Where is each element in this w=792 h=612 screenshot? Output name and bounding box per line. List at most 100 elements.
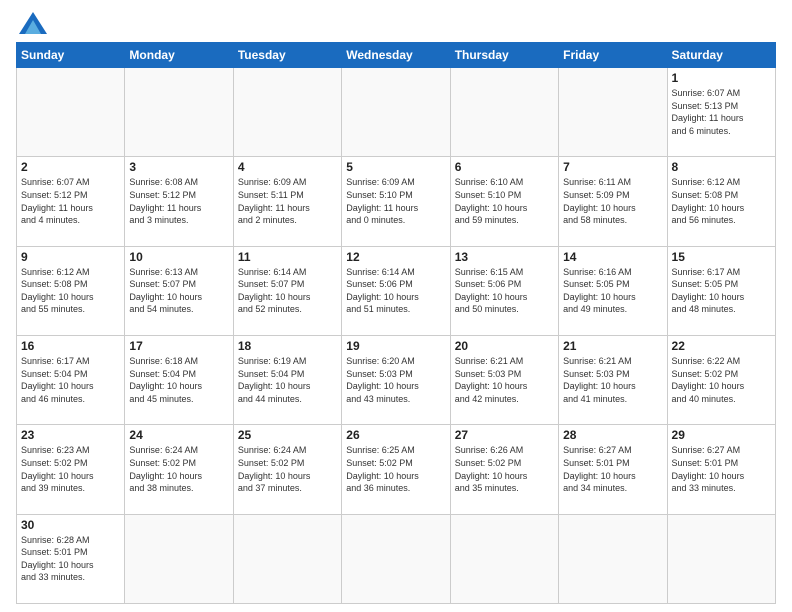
table-row: 23 Sunrise: 6:23 AM Sunset: 5:02 PM Dayli… <box>17 425 125 514</box>
day-number: 10 <box>129 250 228 264</box>
day-info: Sunrise: 6:09 AM Sunset: 5:10 PM Dayligh… <box>346 176 445 226</box>
day-number: 12 <box>346 250 445 264</box>
table-row: 30Sunrise: 6:28 AM Sunset: 5:01 PM Dayli… <box>17 514 125 603</box>
day-number: 14 <box>563 250 662 264</box>
table-row <box>342 514 450 603</box>
day-number: 27 <box>455 428 554 442</box>
table-row: 5Sunrise: 6:09 AM Sunset: 5:10 PM Daylig… <box>342 157 450 246</box>
day-number: 18 <box>238 339 337 353</box>
day-number: 26 <box>346 428 445 442</box>
table-row: 4Sunrise: 6:09 AM Sunset: 5:11 PM Daylig… <box>233 157 341 246</box>
day-number: 22 <box>672 339 771 353</box>
day-number: 1 <box>672 71 771 85</box>
day-info: Sunrise: 6:27 AM Sunset: 5:01 PM Dayligh… <box>672 444 771 494</box>
day-number: 30 <box>21 518 120 532</box>
day-info: Sunrise: 6:13 AM Sunset: 5:07 PM Dayligh… <box>129 266 228 316</box>
table-row <box>559 514 667 603</box>
day-info: Sunrise: 6:19 AM Sunset: 5:04 PM Dayligh… <box>238 355 337 405</box>
table-row <box>559 68 667 157</box>
table-row: 28Sunrise: 6:27 AM Sunset: 5:01 PM Dayli… <box>559 425 667 514</box>
day-info: Sunrise: 6:07 AM Sunset: 5:12 PM Dayligh… <box>21 176 120 226</box>
day-number: 9 <box>21 250 120 264</box>
col-wednesday: Wednesday <box>342 43 450 68</box>
table-row: 19 Sunrise: 6:20 AM Sunset: 5:03 PM Dayli… <box>342 335 450 424</box>
day-info: Sunrise: 6:09 AM Sunset: 5:11 PM Dayligh… <box>238 176 337 226</box>
day-info: Sunrise: 6:17 AM Sunset: 5:04 PM Dayligh… <box>21 355 120 405</box>
day-info: Sunrise: 6:15 AM Sunset: 5:06 PM Dayligh… <box>455 266 554 316</box>
day-number: 24 <box>129 428 228 442</box>
table-row <box>125 68 233 157</box>
day-info: Sunrise: 6:18 AM Sunset: 5:04 PM Dayligh… <box>129 355 228 405</box>
calendar-header-row: Sunday Monday Tuesday Wednesday Thursday… <box>17 43 776 68</box>
col-friday: Friday <box>559 43 667 68</box>
table-row <box>233 68 341 157</box>
table-row: 6 Sunrise: 6:10 AM Sunset: 5:10 PM Daylig… <box>450 157 558 246</box>
table-row: 25 Sunrise: 6:24 AM Sunset: 5:02 PM Dayli… <box>233 425 341 514</box>
table-row <box>125 514 233 603</box>
day-number: 25 <box>238 428 337 442</box>
col-saturday: Saturday <box>667 43 775 68</box>
col-sunday: Sunday <box>17 43 125 68</box>
table-row: 17Sunrise: 6:18 AM Sunset: 5:04 PM Dayli… <box>125 335 233 424</box>
day-info: Sunrise: 6:12 AM Sunset: 5:08 PM Dayligh… <box>672 176 771 226</box>
table-row: 3 Sunrise: 6:08 AM Sunset: 5:12 PM Daylig… <box>125 157 233 246</box>
table-row: 9 Sunrise: 6:12 AM Sunset: 5:08 PM Daylig… <box>17 246 125 335</box>
day-number: 19 <box>346 339 445 353</box>
day-info: Sunrise: 6:27 AM Sunset: 5:01 PM Dayligh… <box>563 444 662 494</box>
table-row: 13 Sunrise: 6:15 AM Sunset: 5:06 PM Dayli… <box>450 246 558 335</box>
table-row <box>17 68 125 157</box>
page: Sunday Monday Tuesday Wednesday Thursday… <box>0 0 792 612</box>
day-number: 16 <box>21 339 120 353</box>
col-monday: Monday <box>125 43 233 68</box>
table-row: 8Sunrise: 6:12 AM Sunset: 5:08 PM Daylig… <box>667 157 775 246</box>
day-info: Sunrise: 6:14 AM Sunset: 5:07 PM Dayligh… <box>238 266 337 316</box>
day-info: Sunrise: 6:20 AM Sunset: 5:03 PM Dayligh… <box>346 355 445 405</box>
day-number: 11 <box>238 250 337 264</box>
day-number: 15 <box>672 250 771 264</box>
day-info: Sunrise: 6:10 AM Sunset: 5:10 PM Dayligh… <box>455 176 554 226</box>
table-row: 14 Sunrise: 6:16 AM Sunset: 5:05 PM Dayli… <box>559 246 667 335</box>
table-row: 24 Sunrise: 6:24 AM Sunset: 5:02 PM Dayli… <box>125 425 233 514</box>
calendar-table: Sunday Monday Tuesday Wednesday Thursday… <box>16 42 776 604</box>
table-row: 7 Sunrise: 6:11 AM Sunset: 5:09 PM Daylig… <box>559 157 667 246</box>
table-row: 18 Sunrise: 6:19 AM Sunset: 5:04 PM Dayli… <box>233 335 341 424</box>
table-row: 29 Sunrise: 6:27 AM Sunset: 5:01 PM Dayli… <box>667 425 775 514</box>
day-number: 23 <box>21 428 120 442</box>
day-info: Sunrise: 6:25 AM Sunset: 5:02 PM Dayligh… <box>346 444 445 494</box>
day-number: 21 <box>563 339 662 353</box>
day-number: 29 <box>672 428 771 442</box>
table-row: 27 Sunrise: 6:26 AM Sunset: 5:02 PM Dayli… <box>450 425 558 514</box>
table-row: 2 Sunrise: 6:07 AM Sunset: 5:12 PM Daylig… <box>17 157 125 246</box>
day-info: Sunrise: 6:24 AM Sunset: 5:02 PM Dayligh… <box>129 444 228 494</box>
day-info: Sunrise: 6:21 AM Sunset: 5:03 PM Dayligh… <box>455 355 554 405</box>
day-info: Sunrise: 6:16 AM Sunset: 5:05 PM Dayligh… <box>563 266 662 316</box>
logo <box>16 12 47 34</box>
table-row <box>667 514 775 603</box>
logo-blue-row <box>16 12 47 34</box>
day-number: 2 <box>21 160 120 174</box>
table-row: 11 Sunrise: 6:14 AM Sunset: 5:07 PM Dayli… <box>233 246 341 335</box>
table-row <box>233 514 341 603</box>
day-number: 7 <box>563 160 662 174</box>
logo-icon <box>19 12 47 34</box>
table-row <box>450 68 558 157</box>
table-row: 1Sunrise: 6:07 AM Sunset: 5:13 PM Daylig… <box>667 68 775 157</box>
day-info: Sunrise: 6:08 AM Sunset: 5:12 PM Dayligh… <box>129 176 228 226</box>
day-number: 6 <box>455 160 554 174</box>
table-row: 15 Sunrise: 6:17 AM Sunset: 5:05 PM Dayli… <box>667 246 775 335</box>
day-number: 20 <box>455 339 554 353</box>
table-row: 16 Sunrise: 6:17 AM Sunset: 5:04 PM Dayli… <box>17 335 125 424</box>
day-info: Sunrise: 6:12 AM Sunset: 5:08 PM Dayligh… <box>21 266 120 316</box>
table-row: 21 Sunrise: 6:21 AM Sunset: 5:03 PM Dayli… <box>559 335 667 424</box>
day-info: Sunrise: 6:24 AM Sunset: 5:02 PM Dayligh… <box>238 444 337 494</box>
day-number: 3 <box>129 160 228 174</box>
day-info: Sunrise: 6:26 AM Sunset: 5:02 PM Dayligh… <box>455 444 554 494</box>
col-thursday: Thursday <box>450 43 558 68</box>
table-row: 22Sunrise: 6:22 AM Sunset: 5:02 PM Dayli… <box>667 335 775 424</box>
day-info: Sunrise: 6:21 AM Sunset: 5:03 PM Dayligh… <box>563 355 662 405</box>
day-info: Sunrise: 6:17 AM Sunset: 5:05 PM Dayligh… <box>672 266 771 316</box>
table-row <box>342 68 450 157</box>
day-info: Sunrise: 6:11 AM Sunset: 5:09 PM Dayligh… <box>563 176 662 226</box>
day-info: Sunrise: 6:23 AM Sunset: 5:02 PM Dayligh… <box>21 444 120 494</box>
day-number: 13 <box>455 250 554 264</box>
